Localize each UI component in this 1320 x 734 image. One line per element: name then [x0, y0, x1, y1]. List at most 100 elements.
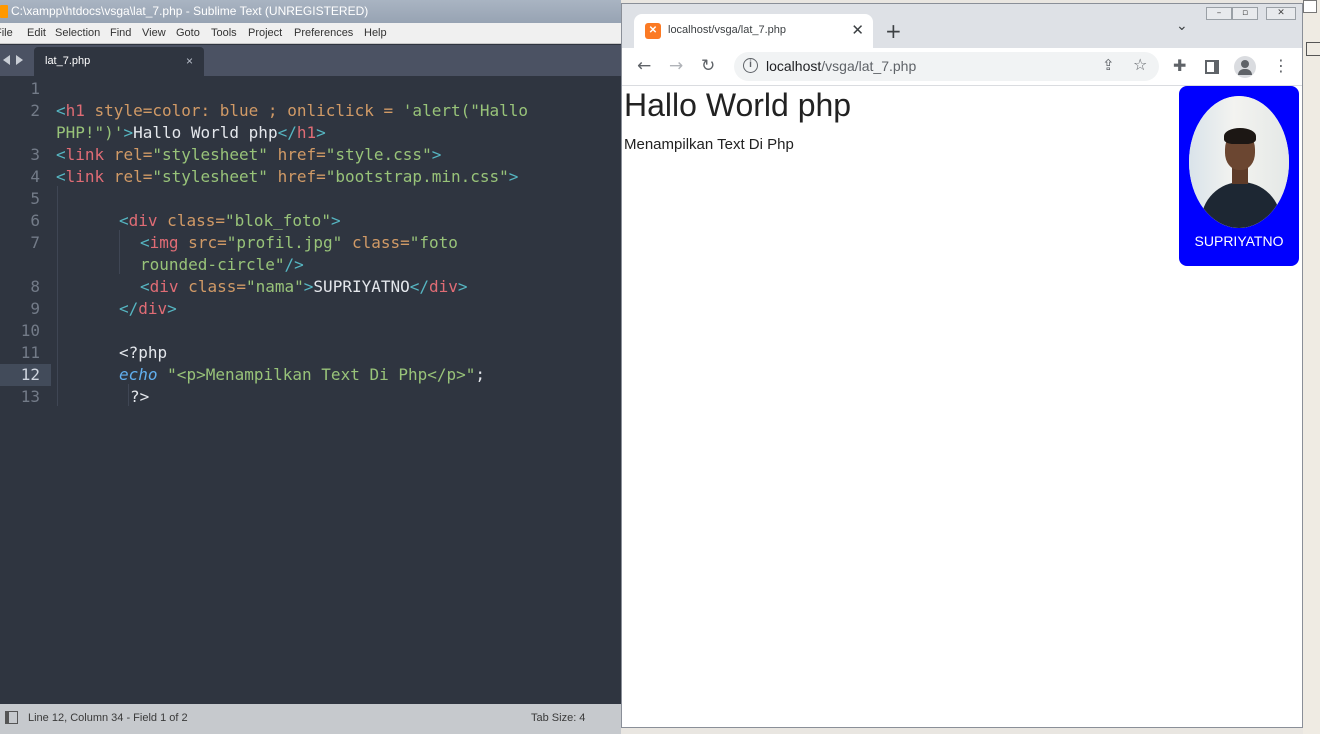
- indent-guide: [128, 384, 129, 406]
- code-token: "stylesheet": [152, 145, 268, 164]
- chrome-window: ✕ localhost/vsga/lat_7.php ✕ + ⌄ – ▫ ✕ ←…: [621, 3, 1303, 728]
- page-paragraph: Menampilkan Text Di Php: [624, 136, 794, 153]
- code-token: >: [167, 299, 177, 318]
- code-token: href=: [267, 145, 326, 164]
- sublime-window: C:\xampp\htdocs\vsga\lat_7.php - Sublime…: [0, 0, 621, 734]
- tab-close-icon[interactable]: ×: [186, 47, 193, 76]
- code-token: >: [123, 123, 134, 142]
- tab-next-icon[interactable]: [16, 55, 23, 65]
- code-token: class=: [178, 277, 246, 296]
- code-token: "foto: [409, 233, 458, 252]
- close-tab-icon[interactable]: ✕: [851, 21, 864, 39]
- back-arrow-icon[interactable]: ←: [637, 56, 651, 76]
- code-token: >: [457, 277, 468, 296]
- line-number: 13: [20, 387, 40, 406]
- kebab-menu-icon[interactable]: ⋮: [1273, 56, 1289, 75]
- code-token: src=: [178, 233, 227, 252]
- menu-find[interactable]: Find: [110, 27, 131, 39]
- code-token: </: [277, 123, 297, 142]
- code-token: <: [56, 101, 66, 120]
- code-line-8: <div class="nama">SUPRIYATNO</div>: [140, 276, 468, 298]
- url-path: /vsga/lat_7.php: [821, 58, 917, 74]
- menu-edit[interactable]: Edit: [27, 27, 46, 39]
- menu-view[interactable]: View: [142, 27, 166, 39]
- code-line-4: <link rel="stylesheet" href="bootstrap.m…: [56, 166, 518, 188]
- tab-strip: ✕ localhost/vsga/lat_7.php ✕ + ⌄ – ▫ ✕: [622, 4, 1302, 48]
- indent-guide: [119, 230, 120, 274]
- code-line-7: <img src="profil.jpg" class="foto: [140, 232, 458, 254]
- code-token: <: [119, 211, 129, 230]
- code-token: >: [316, 123, 326, 142]
- desktop-background: [1303, 0, 1320, 734]
- code-line-2-wrap: PHP!")'>Hallo World php</h1>: [56, 122, 326, 144]
- desktop-folder-icon[interactable]: [1306, 42, 1320, 56]
- code-token: div: [149, 277, 179, 296]
- code-line-13: ?>: [130, 387, 150, 406]
- extensions-puzzle-icon[interactable]: ✚: [1173, 56, 1186, 75]
- profile-block: SUPRIYATNO: [1179, 86, 1299, 266]
- code-line-9: </div>: [119, 298, 177, 320]
- code-token: </: [409, 277, 430, 296]
- line-number: 1: [30, 79, 40, 98]
- code-token: />: [284, 255, 304, 274]
- code-line-3: <link rel="stylesheet" href="style.css">: [56, 144, 441, 166]
- code-token: PHP!")': [56, 123, 124, 142]
- forward-arrow-icon[interactable]: →: [669, 56, 683, 76]
- line-number: 3: [30, 145, 40, 164]
- menu-tools[interactable]: Tools: [211, 27, 237, 39]
- address-bar[interactable]: i localhost/vsga/lat_7.php ⇪ ☆: [734, 52, 1159, 81]
- line-number: 11: [20, 343, 40, 362]
- code-token: </: [119, 299, 139, 318]
- code-line-2: <h1 style=color: blue ; onliclick = 'ale…: [56, 100, 528, 122]
- reload-icon[interactable]: ↻: [701, 56, 715, 76]
- menu-project[interactable]: Project: [248, 27, 282, 39]
- code-token: "bootstrap.min.css": [325, 167, 509, 186]
- minimize-icon[interactable]: –: [1206, 7, 1232, 20]
- code-editor[interactable]: 1 2 3 4 5 6 7 8 9 10 11 12 13 <h1 style=…: [0, 76, 621, 704]
- menu-file[interactable]: File: [0, 27, 13, 39]
- tab-bar: lat_7.php ×: [0, 45, 621, 76]
- tab-size[interactable]: Tab Size: 4: [531, 712, 585, 724]
- code-token: >: [431, 145, 442, 164]
- code-token: "nama": [245, 277, 304, 296]
- code-token: img: [149, 233, 179, 252]
- line-number: 7: [30, 233, 40, 252]
- tab-lat7[interactable]: lat_7.php ×: [34, 47, 204, 76]
- bookmark-star-icon[interactable]: ☆: [1133, 55, 1147, 74]
- code-token: echo: [119, 365, 158, 384]
- line-number: 4: [30, 167, 40, 186]
- window-title: C:\xampp\htdocs\vsga\lat_7.php - Sublime…: [11, 4, 369, 18]
- page-heading[interactable]: Hallo World php: [624, 87, 851, 124]
- menu-help[interactable]: Help: [364, 27, 387, 39]
- share-icon[interactable]: ⇪: [1102, 56, 1115, 74]
- tab-prev-icon[interactable]: [3, 55, 10, 65]
- line-number: 5: [30, 189, 40, 208]
- profile-icon[interactable]: [1234, 56, 1256, 78]
- code-line-6: <div class="blok_foto">: [119, 210, 341, 232]
- code-token: href=: [267, 167, 326, 186]
- code-token: <: [56, 167, 66, 186]
- side-panel-toggle-icon[interactable]: [5, 711, 18, 724]
- menu-goto[interactable]: Goto: [176, 27, 200, 39]
- cursor-position: Line 12, Column 34 - Field 1 of 2: [28, 712, 188, 724]
- maximize-icon[interactable]: ▫: [1232, 7, 1258, 20]
- code-token: "blok_foto": [224, 211, 331, 230]
- code-token: >: [330, 211, 341, 230]
- code-token: link: [65, 145, 105, 164]
- xampp-favicon-icon: ✕: [645, 23, 661, 39]
- new-tab-button[interactable]: +: [885, 19, 902, 43]
- page-viewport: Hallo World php Menampilkan Text Di Php …: [622, 86, 1302, 727]
- side-panel-icon[interactable]: [1205, 60, 1219, 74]
- sublime-logo-icon: [0, 5, 8, 18]
- tab-search-chevron-icon[interactable]: ⌄: [1176, 18, 1188, 34]
- menu-preferences[interactable]: Preferences: [294, 27, 353, 39]
- desktop: C:\xampp\htdocs\vsga\lat_7.php - Sublime…: [0, 0, 1320, 734]
- code-token: rel=: [104, 167, 153, 186]
- line-number-current: 12: [0, 364, 51, 386]
- site-info-icon[interactable]: i: [743, 58, 758, 73]
- menu-selection[interactable]: Selection: [55, 27, 100, 39]
- close-window-icon[interactable]: ✕: [1266, 7, 1296, 20]
- browser-tab[interactable]: ✕ localhost/vsga/lat_7.php ✕: [634, 14, 873, 48]
- desktop-window-icon[interactable]: [1303, 0, 1317, 13]
- profile-photo: [1189, 96, 1289, 228]
